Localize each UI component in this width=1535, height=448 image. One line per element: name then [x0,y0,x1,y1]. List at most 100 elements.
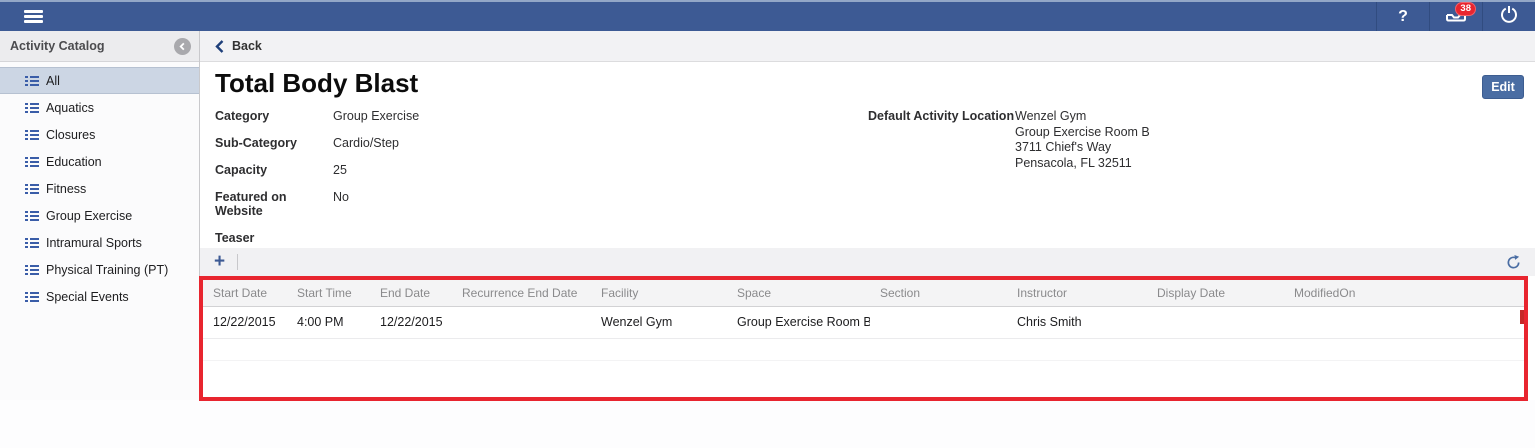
detail-row-featured: Featured on Website No [215,190,419,218]
sidebar-header: Activity Catalog [0,31,199,62]
cell-instructor: Chris Smith [1007,306,1147,338]
page-title: Total Body Blast [215,68,418,99]
sidebar-item-label: Education [46,155,102,169]
main-panel: Back Total Body Blast Edit Category Grou… [200,31,1535,400]
notification-count-badge: 38 [1455,2,1476,16]
list-icon [25,102,39,114]
location-label: Default Activity Location [868,109,1015,171]
refresh-button[interactable] [1506,255,1521,270]
schedule-grid-highlighted: Start Date Start Time End Date Recurrenc… [199,276,1528,401]
list-icon [25,264,39,276]
cell-space: Group Exercise Room B [727,306,870,338]
sidebar-item-physical-training[interactable]: Physical Training (PT) [0,256,199,283]
detail-label: Sub-Category [215,136,333,150]
top-navigation-bar: ? 38 [0,0,1535,31]
column-header-start-date[interactable]: Start Date [203,280,287,306]
sidebar-item-closures[interactable]: Closures [0,121,199,148]
sidebar-item-group-exercise[interactable]: Group Exercise [0,202,199,229]
chevron-left-icon [215,40,224,53]
back-bar: Back [200,31,1535,62]
sidebar-item-fitness[interactable]: Fitness [0,175,199,202]
detail-row-category: Category Group Exercise [215,109,419,123]
sidebar-item-label: Special Events [46,290,129,304]
column-header-end-date[interactable]: End Date [370,280,452,306]
column-header-space[interactable]: Space [727,280,870,306]
list-icon [25,183,39,195]
location-line: Pensacola, FL 32511 [1015,156,1150,172]
chevron-left-icon [178,42,187,51]
column-header-instructor[interactable]: Instructor [1007,280,1147,306]
sidebar-item-label: Fitness [46,182,86,196]
cell-start-date: 12/22/2015 [203,306,287,338]
list-icon [25,237,39,249]
sidebar-item-intramural-sports[interactable]: Intramural Sports [0,229,199,256]
sidebar-item-label: Aquatics [46,101,94,115]
back-button-label: Back [232,39,262,53]
column-header-start-time[interactable]: Start Time [287,280,370,306]
help-button[interactable]: ? [1376,2,1429,31]
sidebar-item-label: Group Exercise [46,209,132,223]
back-button[interactable]: Back [215,39,262,53]
list-icon [25,291,39,303]
cell-section [870,306,1007,338]
sidebar-item-aquatics[interactable]: Aquatics [0,94,199,121]
edit-button[interactable]: Edit [1482,75,1524,99]
empty-row [203,338,1524,360]
sidebar: Activity Catalog All Aquatics Closures [0,31,200,400]
location-address: Wenzel Gym Group Exercise Room B 3711 Ch… [1015,109,1150,171]
sidebar-item-label: All [46,74,60,88]
table-header-row: Start Date Start Time End Date Recurrenc… [203,280,1524,306]
location-line: Group Exercise Room B [1015,125,1150,141]
sidebar-item-all[interactable]: All [0,67,199,94]
column-header-section[interactable]: Section [870,280,1007,306]
detail-label: Capacity [215,163,333,177]
detail-label: Teaser [215,231,333,245]
cell-start-time: 4:00 PM [287,306,370,338]
detail-value: 25 [333,163,347,177]
cell-end-date: 12/22/2015 [370,306,452,338]
detail-row-capacity: Capacity 25 [215,163,419,177]
table-row[interactable]: 12/22/2015 4:00 PM 12/22/2015 Wenzel Gym… [203,306,1524,338]
sidebar-list: All Aquatics Closures Education Fitness … [0,62,199,310]
detail-label: Featured on Website [215,190,333,218]
detail-row-sub-category: Sub-Category Cardio/Step [215,136,419,150]
add-schedule-button[interactable]: + [214,253,225,271]
list-icon [25,210,39,222]
sidebar-collapse-button[interactable] [174,38,191,55]
sidebar-item-label: Closures [46,128,95,142]
sidebar-title: Activity Catalog [10,39,104,53]
detail-value: Group Exercise [333,109,419,123]
activity-detail-content: Total Body Blast Edit Category Group Exe… [200,62,1535,400]
default-activity-location: Default Activity Location Wenzel Gym Gro… [868,109,1150,171]
column-header-facility[interactable]: Facility [591,280,727,306]
sidebar-item-special-events[interactable]: Special Events [0,283,199,310]
detail-row-teaser: Teaser [215,231,419,245]
hamburger-icon [24,8,43,26]
sidebar-item-label: Physical Training (PT) [46,263,168,277]
cell-modified-on [1284,306,1524,338]
column-header-modified-on[interactable]: ModifiedOn [1284,280,1524,306]
refresh-icon [1506,255,1521,270]
sidebar-item-label: Intramural Sports [46,236,142,250]
cell-recurrence-end-date [452,306,591,338]
detail-value: Cardio/Step [333,136,399,150]
schedule-grid-toolbar: + [200,248,1535,276]
location-line: Wenzel Gym [1015,109,1150,125]
toolbar-separator [237,254,238,270]
grid-scrollbar[interactable] [1520,310,1524,324]
detail-label: Category [215,109,333,123]
column-header-display-date[interactable]: Display Date [1147,280,1284,306]
notifications-button[interactable]: 38 [1429,2,1482,31]
menu-button[interactable] [0,2,58,31]
sidebar-item-education[interactable]: Education [0,148,199,175]
column-header-recurrence-end-date[interactable]: Recurrence End Date [452,280,591,306]
cell-facility: Wenzel Gym [591,306,727,338]
logout-button[interactable] [1482,2,1535,31]
list-icon [25,156,39,168]
activity-details: Category Group Exercise Sub-Category Car… [215,109,419,258]
schedule-table: Start Date Start Time End Date Recurrenc… [203,280,1524,361]
power-icon [1500,5,1518,28]
list-icon [25,75,39,87]
help-icon: ? [1398,8,1408,26]
cell-display-date [1147,306,1284,338]
